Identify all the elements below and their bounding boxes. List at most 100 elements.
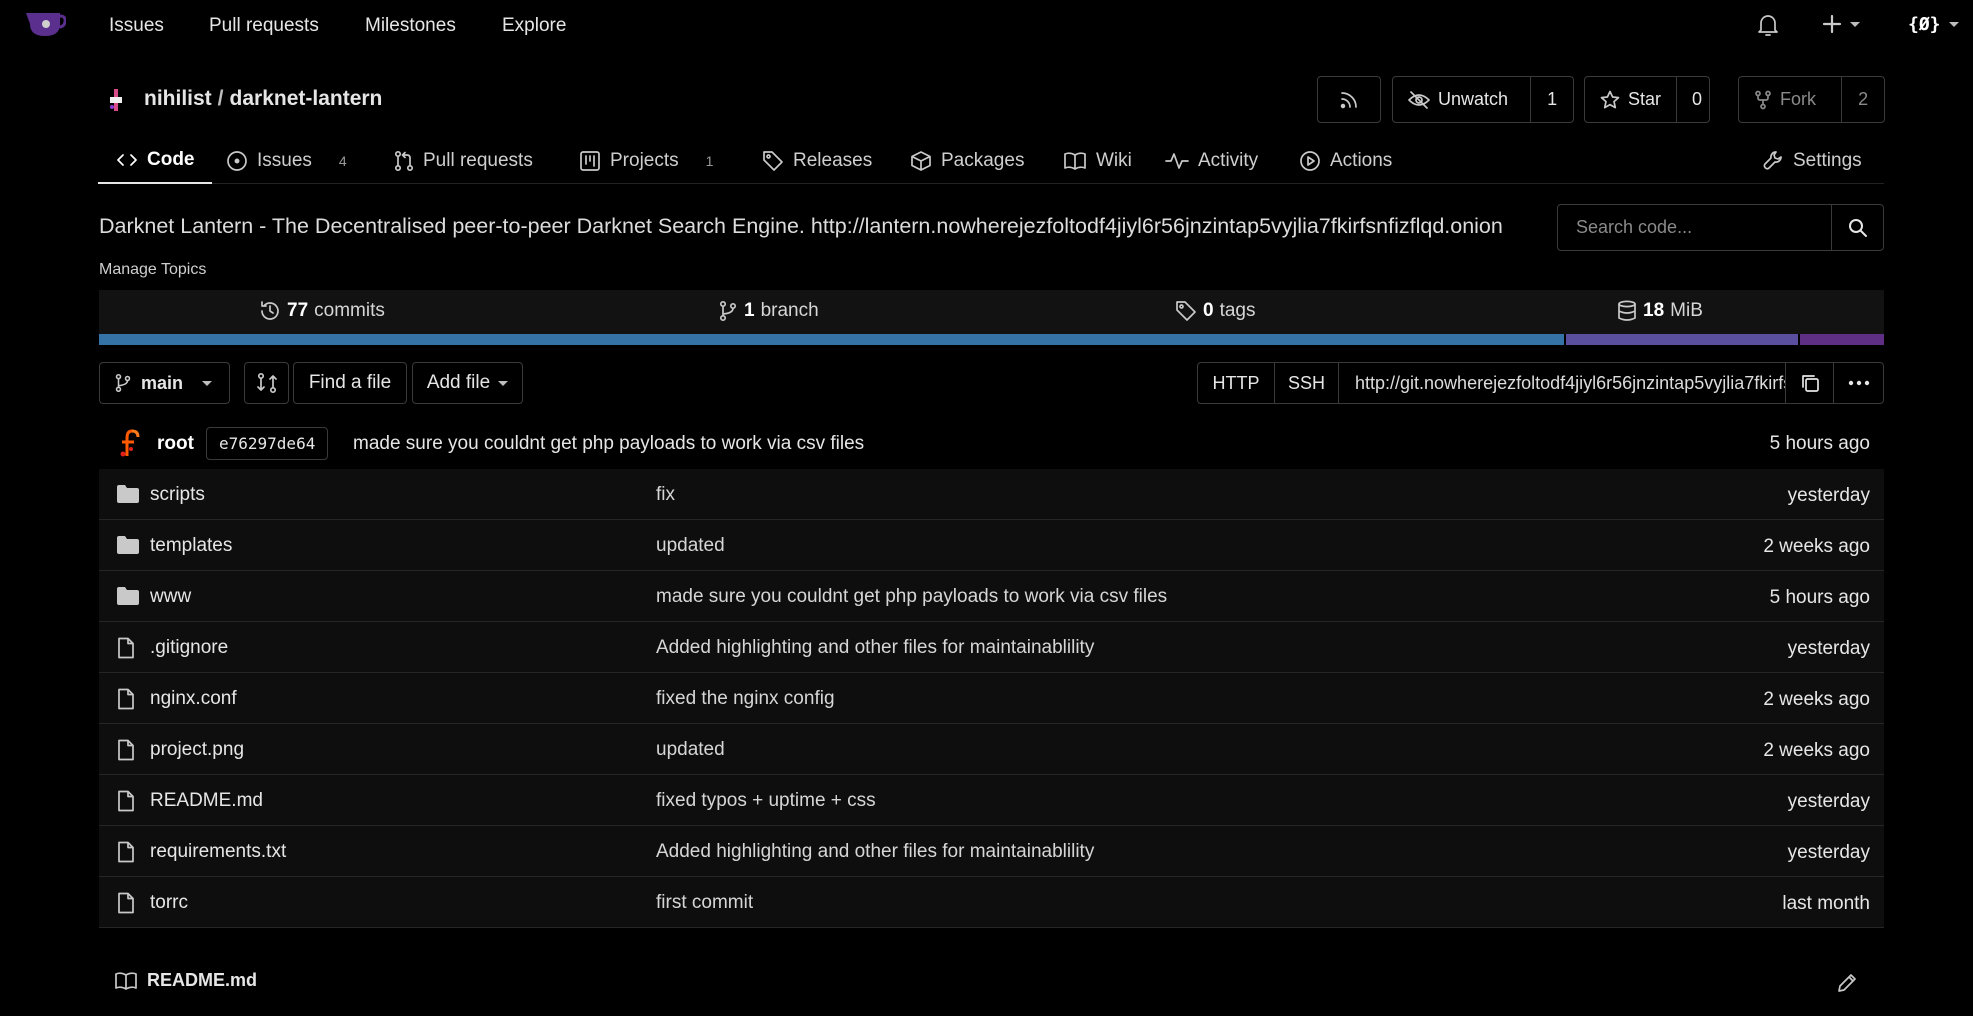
size-value: 18 <box>1643 300 1665 321</box>
file-name[interactable]: requirements.txt <box>150 841 286 863</box>
file-commit-message[interactable]: made sure you couldnt get php payloads t… <box>656 586 1167 608</box>
nav-pull-requests[interactable]: Pull requests <box>209 15 319 37</box>
repo-title: nihilist / darknet-lantern <box>144 87 382 111</box>
compare-button[interactable] <box>244 362 289 404</box>
clone-ssh-button[interactable]: SSH <box>1275 363 1339 403</box>
file-commit-time: last month <box>1782 893 1870 914</box>
file-name[interactable]: README.md <box>150 790 263 812</box>
language-segment[interactable] <box>99 334 1565 345</box>
search-input[interactable] <box>1558 205 1831 250</box>
file-commit-message[interactable]: fix <box>656 484 675 506</box>
file-name[interactable]: project.png <box>150 739 244 761</box>
tab-activity[interactable]: Activity <box>1165 138 1258 184</box>
file-icon <box>116 790 136 812</box>
tab-settings[interactable]: Settings <box>1762 138 1862 184</box>
find-file-button[interactable]: Find a file <box>293 362 407 404</box>
commit-message[interactable]: made sure you couldnt get php payloads t… <box>353 433 864 455</box>
tab-code[interactable]: Code <box>98 138 212 184</box>
nav-issues[interactable]: Issues <box>109 15 164 37</box>
repo-stats-bar: 77 commits 1 branch 0 tags 18 MiB <box>99 290 1884 334</box>
unwatch-label: Unwatch <box>1438 89 1509 109</box>
copy-url-button[interactable] <box>1786 363 1834 403</box>
bell-icon[interactable] <box>1756 12 1780 38</box>
file-name[interactable]: .gitignore <box>150 637 228 659</box>
manage-topics-link[interactable]: Manage Topics <box>99 261 206 279</box>
nav-milestones[interactable]: Milestones <box>365 15 456 37</box>
tab-wiki[interactable]: Wiki <box>1063 138 1132 184</box>
file-name[interactable]: nginx.conf <box>150 688 237 710</box>
author-avatar[interactable] <box>118 428 142 460</box>
search-button[interactable] <box>1831 205 1883 250</box>
tab-label: Releases <box>793 150 873 171</box>
branch-count: 1 <box>744 300 755 321</box>
language-segment[interactable] <box>1798 334 1884 345</box>
tab-label: Activity <box>1198 150 1259 171</box>
file-row: project.png updated 2 weeks ago <box>99 724 1884 775</box>
readme-title[interactable]: README.md <box>147 970 257 991</box>
add-file-button[interactable]: Add file <box>412 362 523 404</box>
tags-count: 0 <box>1203 300 1214 321</box>
package-icon <box>911 151 931 171</box>
folder-icon <box>116 586 140 606</box>
file-commit-message[interactable]: first commit <box>656 892 753 914</box>
book-icon <box>1064 152 1086 170</box>
file-commit-message[interactable]: updated <box>656 535 725 557</box>
tab-releases[interactable]: Releases <box>762 138 872 184</box>
file-name[interactable]: scripts <box>150 484 205 506</box>
branch-name: main <box>141 372 184 393</box>
repo-owner-link[interactable]: nihilist <box>144 87 212 110</box>
language-bar <box>99 334 1884 345</box>
nav-explore[interactable]: Explore <box>502 15 566 37</box>
file-commit-message[interactable]: updated <box>656 739 725 761</box>
file-name[interactable]: www <box>150 586 191 608</box>
fork-count[interactable]: 2 <box>1841 77 1884 122</box>
branch-selector[interactable]: main <box>99 362 230 404</box>
repo-name-link[interactable]: darknet-lantern <box>230 87 383 110</box>
more-options-button[interactable] <box>1834 363 1883 403</box>
star-count[interactable]: 0 <box>1676 77 1717 122</box>
latest-commit: root e76297de64 made sure you couldnt ge… <box>99 422 1884 467</box>
pencil-icon[interactable] <box>1836 972 1858 994</box>
tab-label: Wiki <box>1096 150 1132 171</box>
file-commit-time: yesterday <box>1787 485 1870 506</box>
file-commit-time: 2 weeks ago <box>1763 740 1870 761</box>
fork-button[interactable]: Fork <box>1739 77 1841 122</box>
tab-projects[interactable]: Projects 1 <box>579 138 713 184</box>
repo-tabs: Code Issues 4 Pull requests Projects 1 R… <box>98 138 1884 184</box>
issue-icon <box>227 151 247 171</box>
tab-label: Code <box>147 149 195 170</box>
tab-badge: 4 <box>338 153 347 169</box>
user-menu[interactable]: {Ø} <box>1908 14 1959 35</box>
tab-actions[interactable]: Actions <box>1299 138 1392 184</box>
readme-header: README.md <box>114 970 257 991</box>
tab-issues[interactable]: Issues 4 <box>226 138 347 184</box>
create-menu[interactable] <box>1822 14 1860 34</box>
fork-icon <box>1755 90 1771 109</box>
rss-feed-button[interactable] <box>1317 76 1381 123</box>
file-name[interactable]: torrc <box>150 892 188 914</box>
clone-http-button[interactable]: HTTP <box>1198 363 1275 403</box>
branches-stat[interactable]: 1 branch <box>718 300 819 322</box>
tags-stat[interactable]: 0 tags <box>1175 300 1256 322</box>
commit-author[interactable]: root <box>157 433 194 455</box>
tab-packages[interactable]: Packages <box>910 138 1024 184</box>
file-row: .gitignore Added highlighting and other f… <box>99 622 1884 673</box>
commits-stat[interactable]: 77 commits <box>259 300 385 322</box>
watch-count[interactable]: 1 <box>1530 77 1573 122</box>
file-commit-message[interactable]: fixed typos + uptime + css <box>656 790 876 812</box>
file-commit-message[interactable]: Added highlighting and other files for m… <box>656 637 1094 659</box>
add-file-label: Add file <box>426 372 491 393</box>
unwatch-button[interactable]: Unwatch <box>1393 77 1530 122</box>
file-commit-message[interactable]: fixed the nginx config <box>656 688 835 710</box>
chevron-down-icon <box>1948 22 1959 27</box>
commit-sha[interactable]: e76297de64 <box>206 427 329 460</box>
file-name[interactable]: templates <box>150 535 232 557</box>
file-row: nginx.conf fixed the nginx config 2 weeks … <box>99 673 1884 724</box>
file-commit-message[interactable]: Added highlighting and other files for m… <box>656 841 1094 863</box>
clone-url-field[interactable]: http://git.nowherejezfoltodf4jiyl6r56jnz… <box>1339 363 1786 403</box>
star-label: Star <box>1628 89 1662 109</box>
app-logo[interactable] <box>24 10 66 38</box>
tab-pull-requests[interactable]: Pull requests <box>394 138 533 184</box>
language-segment[interactable] <box>1564 334 1799 345</box>
star-button[interactable]: Star <box>1585 77 1676 122</box>
